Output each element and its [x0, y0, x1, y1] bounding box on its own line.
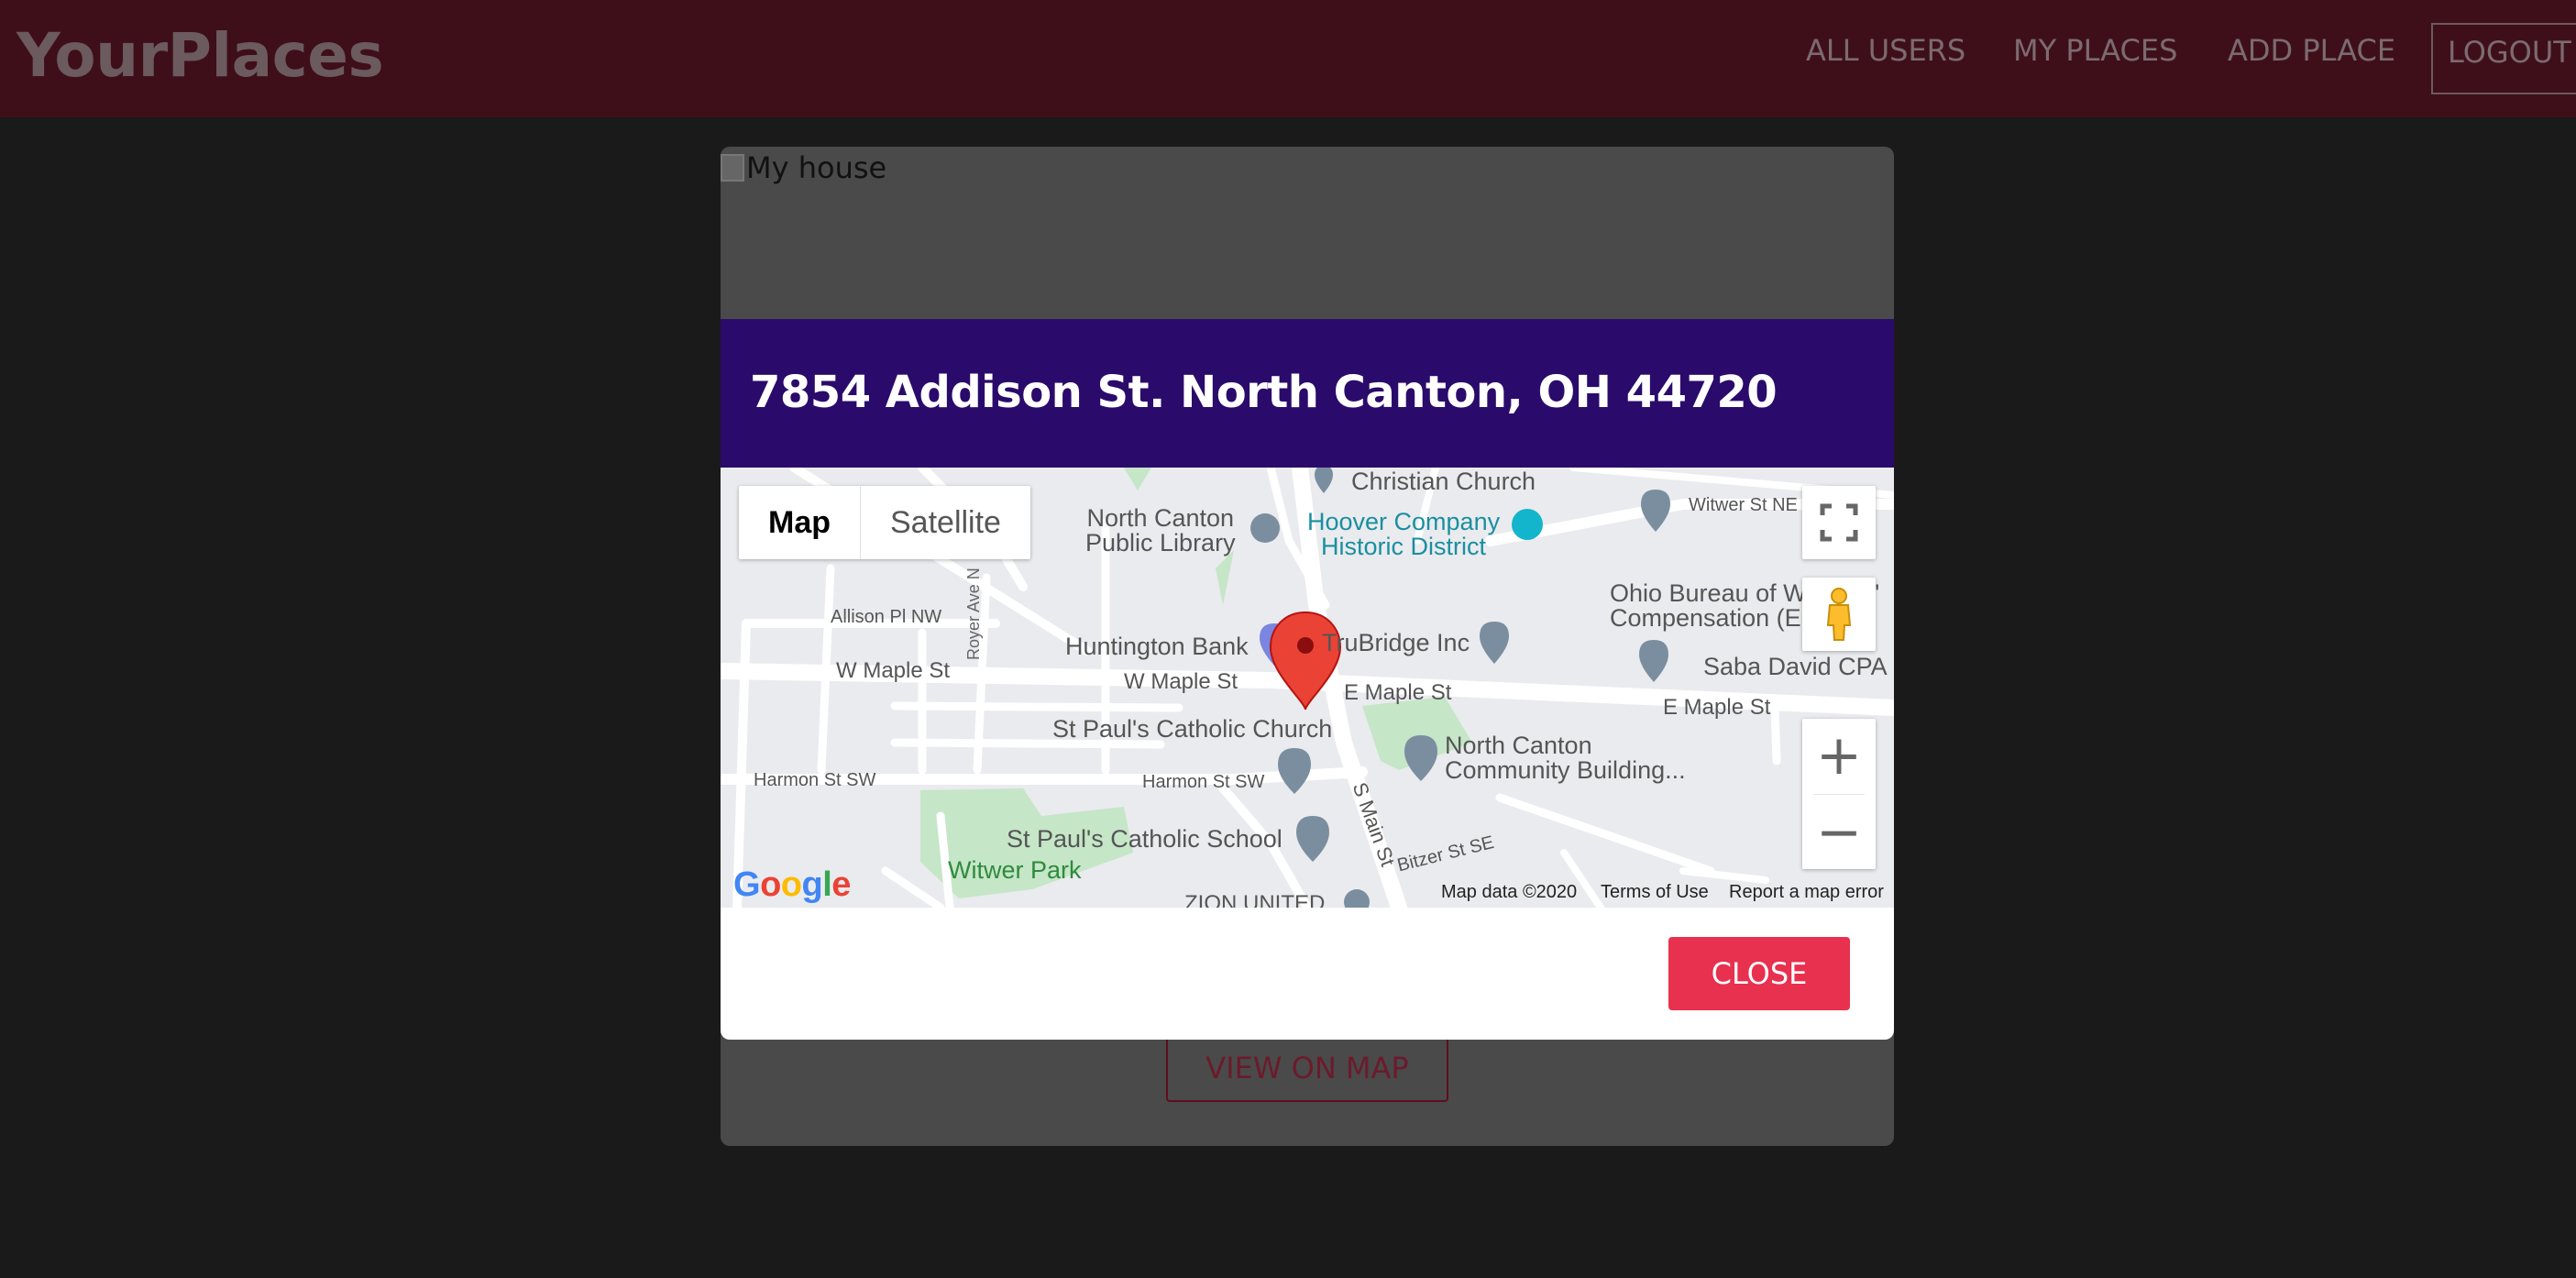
map-label-public-library: North Canton Public Library [1085, 504, 1236, 556]
fullscreen-button[interactable] [1802, 486, 1876, 559]
zoom-divider [1813, 794, 1865, 795]
report-map-error-link[interactable]: Report a map error [1729, 882, 1884, 908]
map-label-w-maple-2: W Maple St [1124, 669, 1238, 694]
map-data-attribution: Map data ©2020 [1441, 882, 1578, 902]
map-label-e-maple-2: E Maple St [1663, 695, 1771, 720]
map-label-hoover-district: Hoover Company Historic District [1307, 508, 1501, 560]
map-label-zion-united: ZION UNITED [1184, 891, 1326, 908]
nav-my-places[interactable]: MY PLACES [2013, 33, 2177, 68]
map-label-witwer-st-ne: Witwer St NE [1689, 495, 1798, 515]
map-label-huntington-bank: Huntington Bank [1065, 633, 1249, 660]
google-logo[interactable]: Google [733, 865, 851, 905]
view-on-map-button[interactable]: VIEW ON MAP [1166, 1034, 1448, 1102]
map-modal: 7854 Addison St. North Canton, OH 44720 [721, 319, 1894, 1040]
modal-header: 7854 Addison St. North Canton, OH 44720 [721, 319, 1894, 468]
map-label-trubridge: TruBridge Inc [1322, 629, 1470, 656]
map-type-map-button[interactable]: Map [739, 486, 861, 559]
nav-add-place[interactable]: ADD PLACE [2228, 33, 2395, 68]
map-label-royer-ave: Royer Ave N [964, 567, 983, 660]
map-label-allison-pl: Allison Pl NW [831, 607, 942, 627]
map-label-st-pauls-school: St Paul's Catholic School [1007, 825, 1282, 853]
map-type-satellite-button[interactable]: Satellite [861, 486, 1030, 559]
map-label-harmon-1: Harmon St SW [754, 770, 876, 790]
street-view-pegman-button[interactable] [1802, 578, 1876, 651]
zoom-out-button[interactable]: − [1802, 796, 1876, 869]
map-label-harmon-2: Harmon St SW [1142, 772, 1265, 792]
map-type-selector: Map Satellite [739, 486, 1030, 559]
place-image-alt-text: My house [746, 150, 887, 185]
map-label-witwer-park: Witwer Park [948, 856, 1082, 884]
map-label-e-maple-1: E Maple St [1344, 680, 1452, 705]
top-navigation-bar: YourPlaces ALL USERS MY PLACES ADD PLACE… [0, 0, 2576, 117]
map-label-w-maple-1: W Maple St [836, 658, 951, 683]
pegman-icon [1826, 588, 1852, 641]
map-label-st-pauls-church: St Paul's Catholic Church [1052, 715, 1333, 743]
broken-image-icon [721, 154, 744, 182]
place-image: My house [721, 150, 886, 185]
brand-logo[interactable]: YourPlaces [17, 20, 384, 91]
zoom-controls: + − [1802, 719, 1876, 869]
close-button[interactable]: CLOSE [1668, 937, 1850, 1010]
google-map[interactable]: Christian Church Witwer St NE North Cant… [721, 468, 1894, 908]
zoom-in-button[interactable]: + [1802, 719, 1876, 792]
map-label-community-building: North Canton Community Building... [1445, 732, 1686, 784]
fullscreen-icon [1820, 503, 1858, 542]
nav-all-users[interactable]: ALL USERS [1806, 33, 1965, 68]
terms-of-use-link[interactable]: Terms of Use [1601, 882, 1709, 908]
map-label-christian-church: Christian Church [1351, 468, 1536, 495]
logout-button[interactable]: LOGOUT [2431, 23, 2576, 94]
map-label-saba-david: Saba David CPA [1703, 653, 1888, 680]
modal-title: 7854 Addison St. North Canton, OH 44720 [750, 367, 1778, 418]
